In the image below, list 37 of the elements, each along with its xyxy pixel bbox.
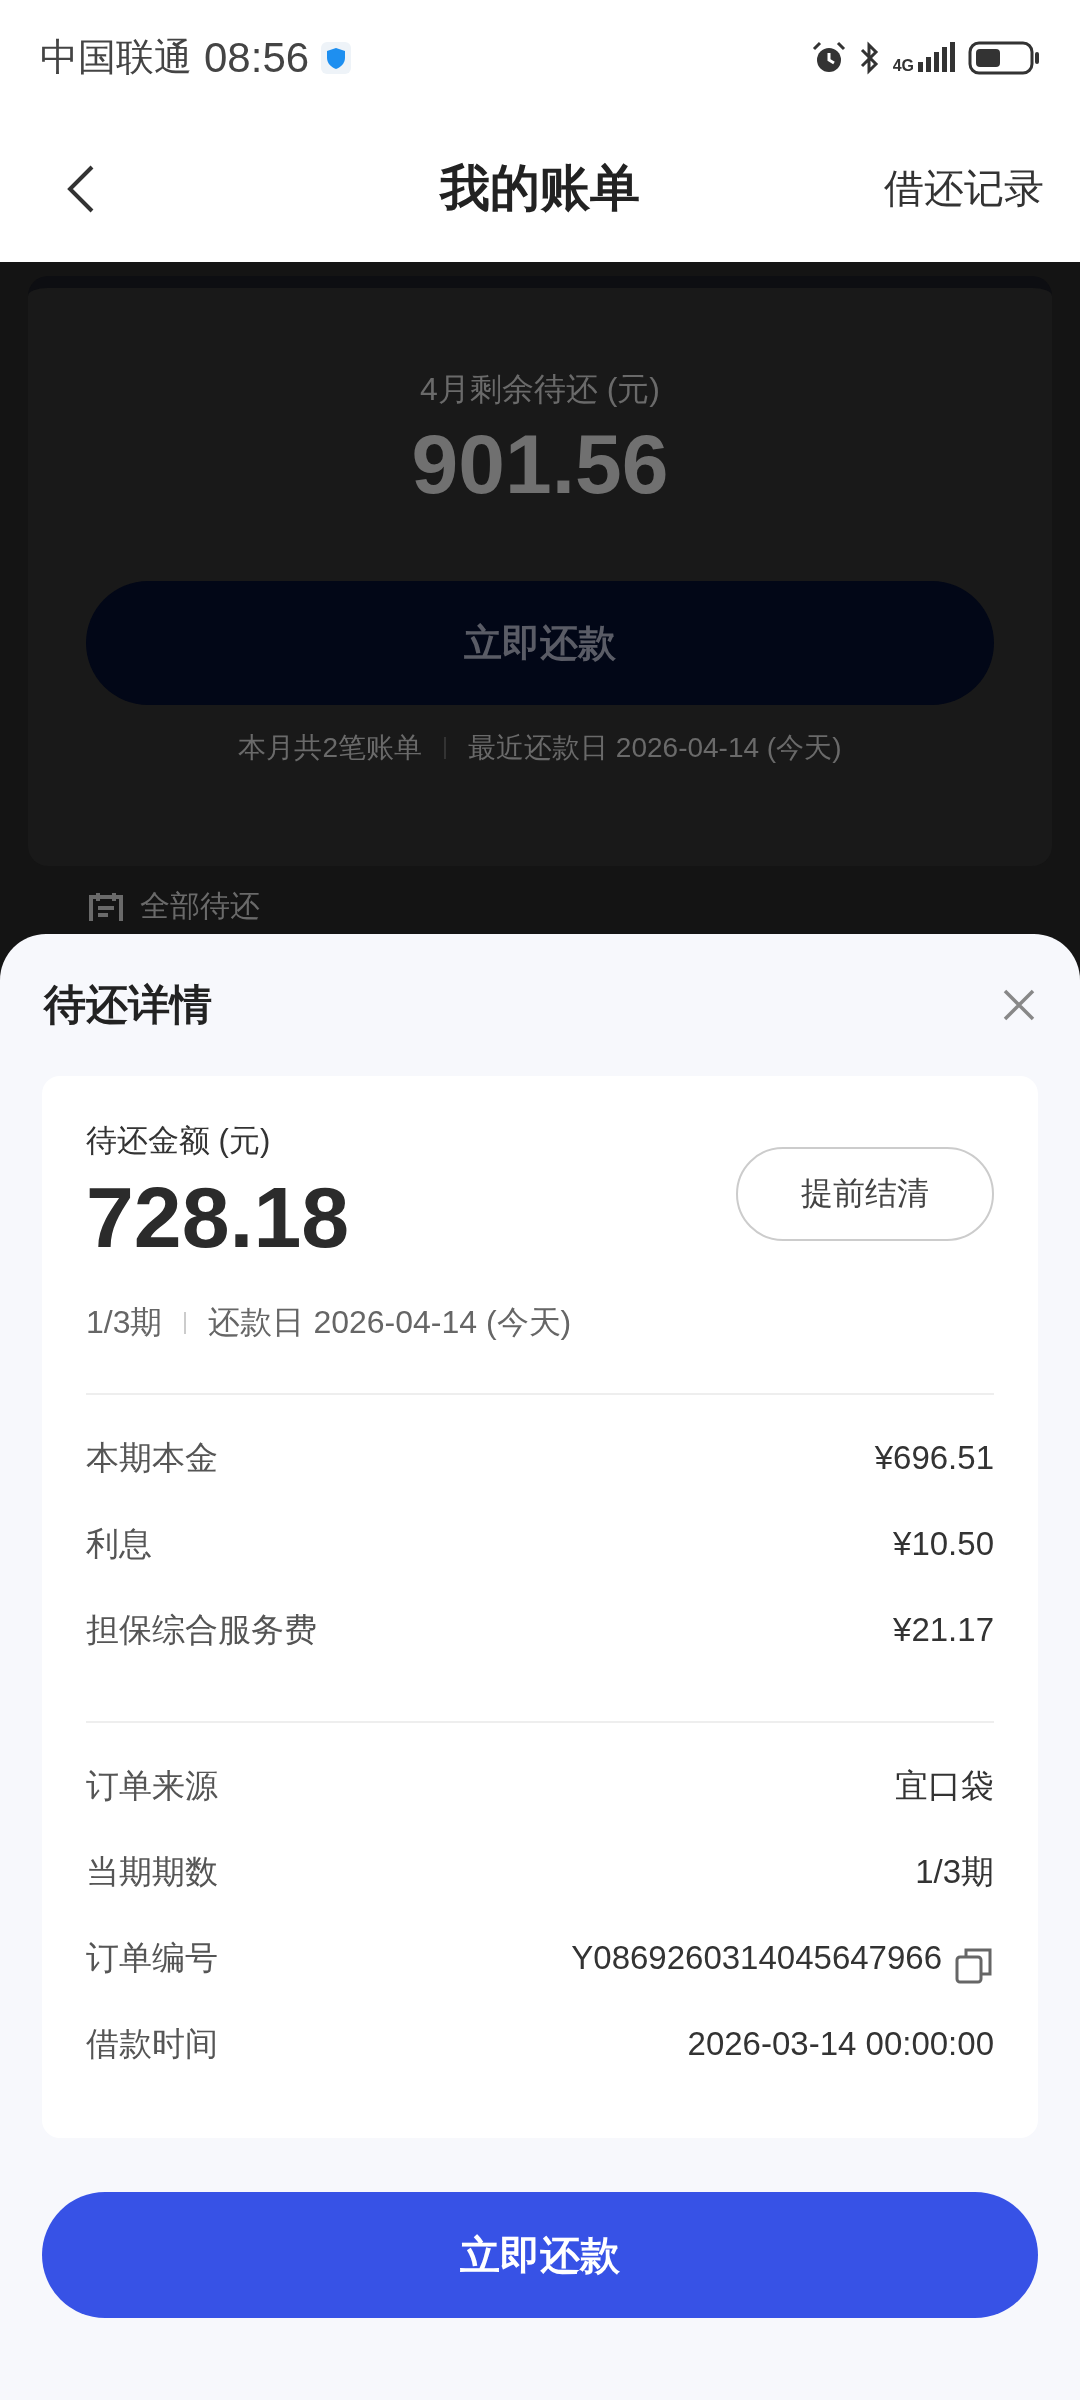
bill-count: 本月共2笔账单	[238, 731, 423, 765]
sheet-title: 待还详情	[44, 980, 212, 1030]
row-value: ¥21.17	[893, 1611, 994, 1649]
due-date: 最近还款日 2026-04-14 (今天)	[468, 731, 842, 765]
battery-icon	[968, 39, 1040, 76]
back-icon[interactable]	[66, 163, 96, 214]
row-label: 担保综合服务费	[86, 1609, 317, 1650]
carrier-name: 中国联通	[40, 35, 192, 80]
filter-label[interactable]: 全部待还	[140, 885, 260, 927]
history-link[interactable]: 借还记录	[884, 161, 1044, 216]
row-value: ¥10.50	[893, 1525, 994, 1563]
page-title: 我的账单	[438, 159, 641, 218]
amount-label: 待还金额 (元)	[86, 1122, 272, 1160]
summary-label: 4月剩余待还 (元)	[420, 370, 660, 409]
row-value: ¥696.51	[874, 1439, 994, 1477]
summary-amount: 901.56	[411, 416, 669, 513]
repay-button[interactable]: 立即还款	[86, 581, 994, 705]
row-value: 宜口袋	[895, 1765, 994, 1806]
shield-icon	[321, 41, 352, 74]
row-label: 当期期数	[86, 1851, 218, 1892]
status-time: 08:56	[204, 33, 310, 82]
period-text: 1/3期	[86, 1303, 163, 1342]
row-label: 本期本金	[86, 1437, 218, 1478]
repay-button[interactable]: 立即还款	[42, 2192, 1038, 2318]
bluetooth-icon	[858, 39, 881, 76]
close-icon[interactable]	[1002, 988, 1036, 1022]
calendar-icon	[88, 891, 124, 921]
row-label: 借款时间	[86, 2023, 218, 2064]
row-label: 利息	[86, 1523, 152, 1564]
row-label: 订单来源	[86, 1765, 218, 1806]
settle-early-button[interactable]: 提前结清	[736, 1146, 994, 1241]
row-value: 2026-03-14 00:00:00	[687, 2025, 994, 2063]
row-value: 1/3期	[915, 1851, 994, 1892]
row-value: Y0869260314045647966	[571, 1939, 942, 1977]
row-label: 订单编号	[86, 1937, 218, 1978]
amount-value: 728.18	[86, 1168, 350, 1267]
due-text: 还款日 2026-04-14 (今天)	[208, 1303, 572, 1342]
